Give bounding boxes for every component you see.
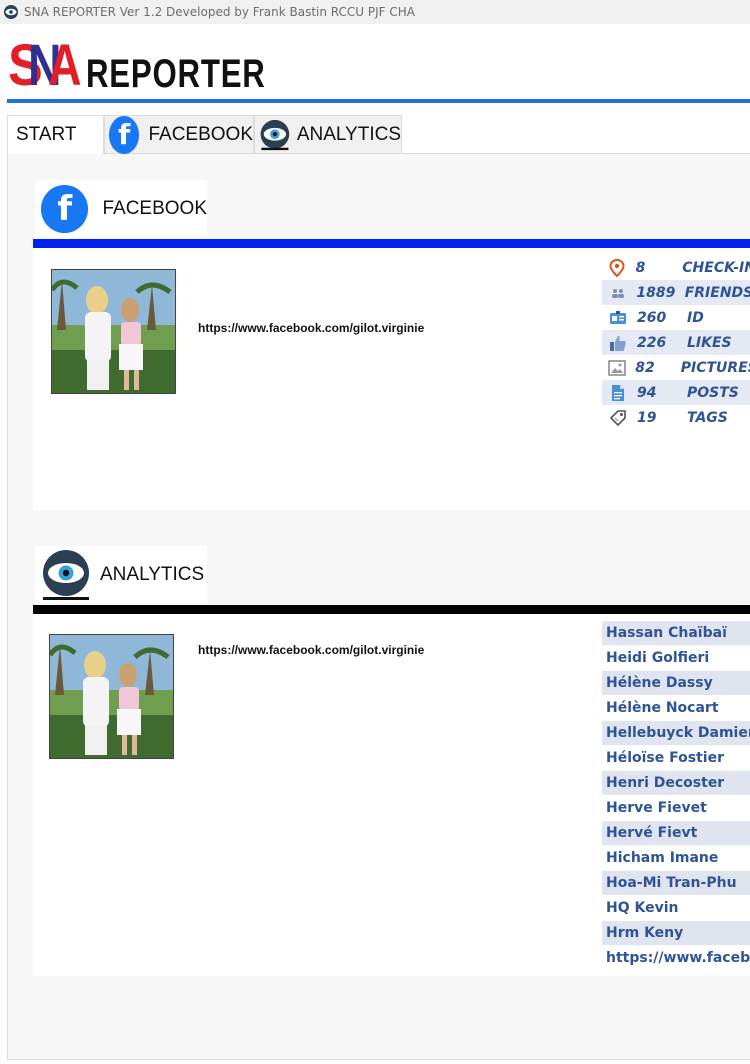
analytics-section-title: ANALYTICS <box>100 564 205 585</box>
stat-label: FRIENDS <box>684 284 750 301</box>
friends-icon <box>608 283 627 303</box>
tab-start[interactable]: START <box>7 115 104 155</box>
list-item[interactable]: https://www.facebook.com <box>602 946 750 971</box>
stat-likes[interactable]: 226 LIKES <box>602 330 750 355</box>
tab-content-area: f FACEBOOK https://www.facebook.com/gilo… <box>7 154 750 1060</box>
stat-label: PICTURES <box>680 359 750 376</box>
list-item[interactable]: Henri Decoster <box>602 771 750 796</box>
header-divider <box>7 99 750 103</box>
stat-checkin[interactable]: 8 CHECK-IN <box>602 255 750 280</box>
facebook-section-header: f FACEBOOK <box>35 180 207 238</box>
stat-label: TAGS <box>687 409 728 426</box>
profile-photo <box>51 269 176 394</box>
stat-pictures[interactable]: 82 PICTURES <box>602 355 750 380</box>
list-item[interactable]: Hassan Chaïbaï <box>602 621 750 646</box>
facebook-icon: f <box>41 185 89 233</box>
picture-icon <box>608 358 626 378</box>
stat-id[interactable]: 260 ID <box>602 305 750 330</box>
facebook-section-title: FACEBOOK <box>102 198 207 219</box>
window-title: SNA REPORTER Ver 1.2 Developed by Frank … <box>24 5 415 19</box>
profile-url[interactable]: https://www.facebook.com/gilot.virginie <box>198 321 424 335</box>
analytics-section-bar <box>33 605 750 614</box>
stat-label: CHECK-IN <box>682 259 750 276</box>
list-item[interactable]: Hélène Dassy <box>602 671 750 696</box>
facebook-icon: f <box>109 115 140 154</box>
stat-label: LIKES <box>687 334 732 351</box>
tab-analytics[interactable]: ANALYTICS <box>254 115 402 154</box>
stat-value: 260 <box>637 309 667 326</box>
tab-analytics-label: ANALYTICS <box>296 123 401 145</box>
list-item[interactable]: Hoa-Mi Tran-Phu <box>602 871 750 896</box>
app-logo: S N A REPORTER <box>8 30 265 98</box>
stat-value: 19 <box>637 409 657 426</box>
list-item[interactable]: Hicham Imane <box>602 846 750 871</box>
stat-posts[interactable]: 94 POSTS <box>602 380 750 405</box>
list-item[interactable]: Héloïse Fostier <box>602 746 750 771</box>
stat-value: 82 <box>635 359 655 376</box>
stat-value: 94 <box>637 384 657 401</box>
analytics-section-header: ANALYTICS <box>35 546 207 604</box>
tab-facebook[interactable]: f FACEBOOK <box>104 115 254 154</box>
stat-tags[interactable]: 19 TAGS <box>602 405 750 430</box>
list-item[interactable]: HQ Kevin <box>602 896 750 921</box>
stat-label: POSTS <box>687 384 739 401</box>
tab-facebook-label: FACEBOOK <box>148 123 253 145</box>
stat-value: 226 <box>637 334 667 351</box>
analytics-names-list: Hassan Chaïbaï Heidi Golfieri Hélène Das… <box>602 621 750 971</box>
stat-label: ID <box>687 309 704 326</box>
tab-strip: START f FACEBOOK ANALYTICS <box>7 115 750 155</box>
facebook-section-bar <box>33 239 750 248</box>
window-titlebar: SNA REPORTER Ver 1.2 Developed by Frank … <box>0 0 750 24</box>
stat-friends[interactable]: 1889 FRIENDS <box>602 280 750 305</box>
thumbs-up-icon <box>608 333 628 353</box>
list-item[interactable]: Hervé Fievt <box>602 821 750 846</box>
logo-letter-a: A <box>48 33 82 98</box>
location-pin-icon <box>608 258 627 278</box>
list-item[interactable]: Herve Fievet <box>602 796 750 821</box>
eye-icon <box>43 550 89 600</box>
profile-url[interactable]: https://www.facebook.com/gilot.virginie <box>198 643 424 657</box>
list-item[interactable]: Hrm Keny <box>602 921 750 946</box>
stat-value: 8 <box>635 259 646 276</box>
logo-reporter-text: REPORTER <box>86 52 266 96</box>
list-item[interactable]: Hélène Nocart <box>602 696 750 721</box>
profile-photo <box>49 634 174 759</box>
list-item[interactable]: Heidi Golfieri <box>602 646 750 671</box>
tag-icon <box>608 408 628 428</box>
facebook-stats-list: 8 CHECK-IN 1889 FRIENDS 260 ID 226 LIKES <box>602 255 750 430</box>
eye-icon <box>4 5 18 19</box>
eye-icon <box>260 119 290 150</box>
id-card-icon <box>608 308 628 328</box>
list-item[interactable]: Hellebuyck Damien <box>602 721 750 746</box>
tab-start-label: START <box>16 124 77 145</box>
stat-value: 1889 <box>636 284 676 301</box>
document-icon <box>608 383 628 403</box>
